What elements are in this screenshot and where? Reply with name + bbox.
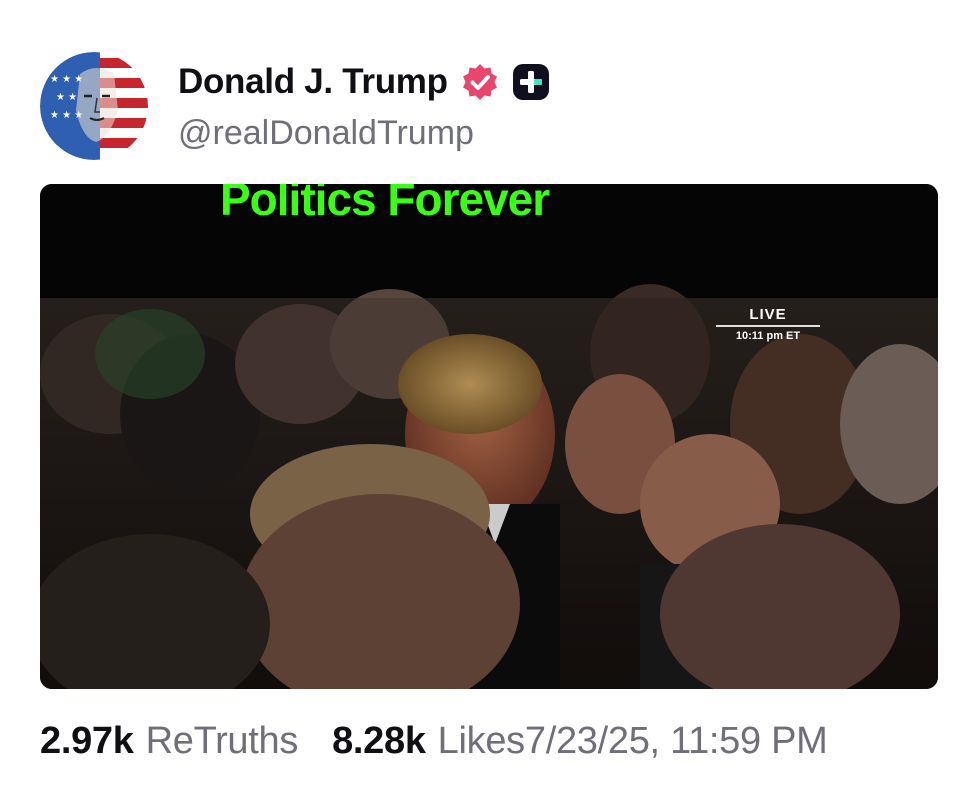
live-indicator: LIVE 10:11 pm ET [716,306,820,342]
video-media[interactable]: Politics Forever LIVE 10:11 pm ET [40,184,938,689]
avatar[interactable]: ★ ★ ★ ★ ★ ★ ★ ★ [40,52,148,160]
post-card: ★ ★ ★ ★ ★ ★ ★ ★ Donald J. Trump @realDon… [0,0,978,800]
retruths-count[interactable]: 2.97k [40,720,134,763]
post-timestamp[interactable]: 7/23/25, 11:59 PM [525,720,828,763]
svg-text:★ ★: ★ ★ [56,92,77,103]
author-handle[interactable]: @realDonaldTrump [178,114,474,153]
post-stats: 2.97k ReTruths 8.28k Likes 7/23/25, 11:5… [40,716,828,766]
video-caption-overlay: Politics Forever [220,184,550,225]
live-label: LIVE [716,306,820,327]
plus-badge-icon [512,63,550,101]
likes-label[interactable]: Likes [438,720,526,763]
verified-badge-icon [460,62,500,102]
author-name-row: Donald J. Trump [178,60,550,104]
flag-portrait-avatar-icon: ★ ★ ★ ★ ★ ★ ★ ★ [40,52,148,160]
video-frame [40,184,938,689]
likes-count[interactable]: 8.28k [332,720,426,763]
author-display-name[interactable]: Donald J. Trump [178,62,448,102]
live-time: 10:11 pm ET [735,330,801,342]
retruths-label[interactable]: ReTruths [146,720,299,763]
svg-text:★ ★ ★: ★ ★ ★ [50,74,83,85]
